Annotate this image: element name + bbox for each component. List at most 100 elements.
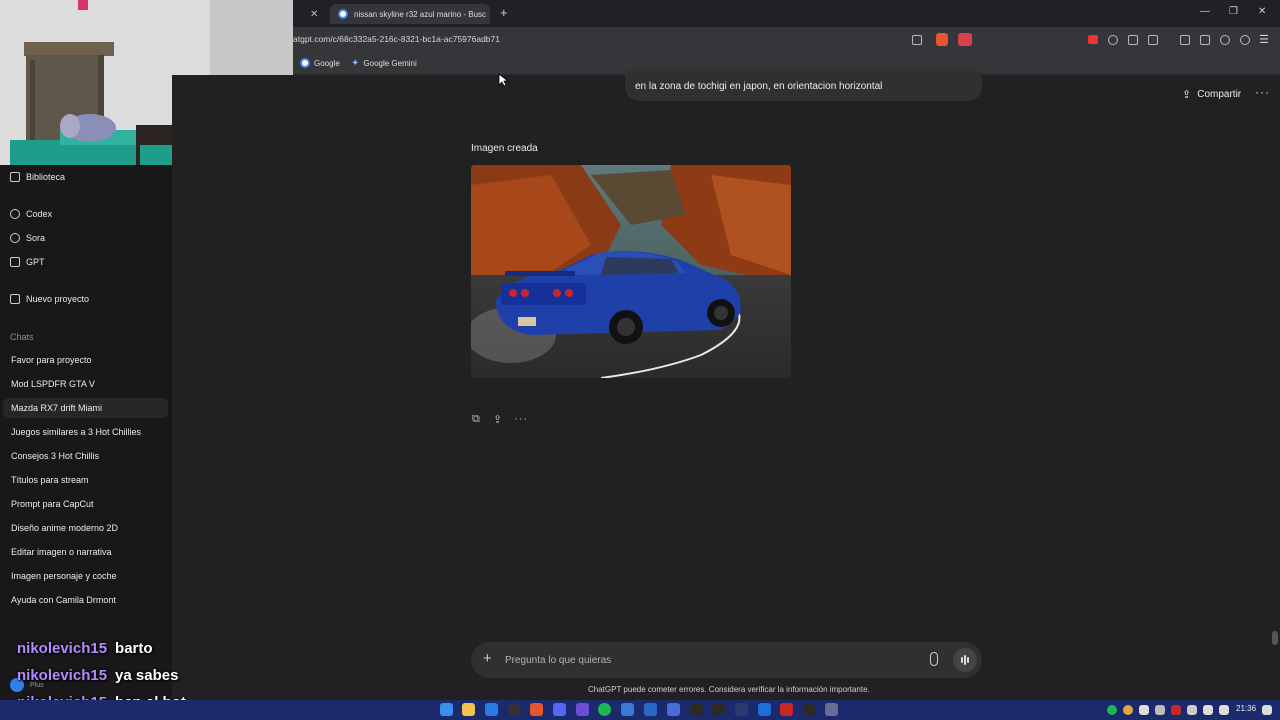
mouse-cursor-icon [498,73,508,87]
share-image-icon[interactable]: ⇪ [493,413,502,426]
wifi-icon[interactable] [1219,705,1229,715]
sidebar-item-label: Codex [26,209,53,219]
close-icon[interactable]: ✕ [310,9,318,20]
bookmark-google-gemini[interactable]: ✦ Google Gemini [351,58,417,69]
stream-chat-user: nikolevich15 [17,640,108,657]
stream-chat-message: ya sabes [115,667,179,684]
browser-menu-icon[interactable]: ☰ [1259,33,1269,46]
scroll-down-handle[interactable] [1272,631,1278,645]
google-favicon-icon [338,9,348,19]
obs-icon[interactable] [508,703,521,716]
sidebar-item-new-project[interactable]: Nuevo proyecto [10,294,89,304]
chat-main-area: en la zona de tochigi en japon, en orien… [172,71,1280,700]
plus-icon[interactable]: + [483,650,492,667]
image-title: Imagen creada [471,143,538,154]
stream-chat-message: barto [115,640,153,657]
app-icon[interactable] [803,703,816,716]
app-icon[interactable] [735,703,748,716]
spotify-icon[interactable] [598,703,611,716]
gpts-grid-icon [10,257,20,267]
new-tab-icon[interactable]: + [500,5,508,20]
volume-icon[interactable] [1203,705,1213,715]
chat-item[interactable]: Imagen personaje y coche [3,566,168,586]
capcut-icon[interactable] [576,703,589,716]
conversation-options-icon[interactable]: ··· [1255,85,1270,99]
youtube-extension-icon[interactable] [1088,35,1098,44]
restore-icon[interactable]: ❐ [1229,6,1238,17]
wallet-icon[interactable] [1200,35,1210,45]
bookmark-label: Google Gemini [363,59,417,68]
app-icon[interactable] [825,703,838,716]
microphone-icon[interactable] [930,652,938,666]
chat-item[interactable]: Ayuda con Camila Drmont [3,590,168,610]
brave-taskbar-icon[interactable] [530,703,543,716]
chat-item[interactable]: Favor para proyecto [3,350,168,370]
voice-mode-button[interactable] [953,648,977,672]
tray-mic-icon[interactable] [1139,705,1149,715]
chat-item[interactable]: Títulos para stream [3,470,168,490]
prompt-input[interactable] [505,652,905,668]
tab-capture-icon[interactable] [1148,35,1158,45]
vpn-shield-icon[interactable] [1240,35,1250,45]
file-explorer-icon[interactable] [462,703,475,716]
bookmark-google[interactable]: Google [300,58,340,68]
user-message-text: en la zona de tochigi en japon, en orien… [635,81,883,92]
voice-bar [967,657,969,663]
app-icon[interactable] [758,703,771,716]
tray-icon[interactable] [1155,705,1165,715]
minimize-icon[interactable]: — [1200,6,1210,17]
extension-icon[interactable] [1108,35,1118,45]
brave-rewards-icon[interactable] [958,33,972,46]
app-icon[interactable] [690,703,703,716]
share-button[interactable]: ⇪ Compartir [1182,88,1241,101]
tray-icon[interactable] [1171,705,1181,715]
share-label: Compartir [1197,89,1242,100]
sidebar-item-label: Sora [26,233,46,243]
brave-shield-icon[interactable] [936,33,948,46]
share-icon: ⇪ [1182,89,1192,101]
chat-item[interactable]: Mod LSPDFR GTA V [3,374,168,394]
chat-item[interactable]: Juegos similares a 3 Hot Chillies [3,422,168,442]
discord-icon[interactable] [553,703,566,716]
more-options-icon[interactable]: ··· [514,413,528,425]
chat-item[interactable]: Diseño anime moderno 2D [3,518,168,538]
chat-item[interactable]: Prompt para CapCut [3,494,168,514]
windows-start-icon[interactable] [440,703,453,716]
chat-item[interactable]: Editar imagen o narrativa [3,542,168,562]
chat-item-selected[interactable]: Mazda RX7 drift Miami [3,398,168,418]
voice-bar [964,655,966,665]
sidebar-item-codex[interactable]: Codex [10,209,52,219]
app-icon[interactable] [712,703,725,716]
url-text[interactable]: atgpt.com/c/68c332a5-216c-8321-bc1a-ac75… [293,34,500,44]
tray-icon[interactable] [1187,705,1197,715]
app-icon[interactable] [780,703,793,716]
sidebar-item-library[interactable]: Biblioteca [10,172,65,182]
tray-icon[interactable] [1123,705,1133,715]
copy-icon[interactable]: ⧉ [472,413,480,426]
window-close-icon[interactable]: ✕ [1258,6,1266,17]
tab-close-previous[interactable]: ✕ [300,4,318,24]
sidebar-toggle-icon[interactable] [1180,35,1190,45]
stream-chat-line: nikolevich15 barto [17,640,153,657]
composer: + [471,642,982,678]
notifications-icon[interactable] [1262,705,1272,715]
stream-chat-line: nikolevich15 ya sabes [17,667,178,684]
sidebar-item-sora[interactable]: Sora [10,233,45,243]
app-icon[interactable] [667,703,680,716]
tab-nissan-search[interactable]: nissan skyline r32 azul marino - Busc [330,4,490,24]
app-icon[interactable] [644,703,657,716]
sidebar: Biblioteca Codex Sora GPT Nuevo proyecto… [0,165,172,700]
folder-icon [10,294,20,304]
clock[interactable]: 21:36 [1236,704,1256,713]
tray-spotify-icon[interactable] [1107,705,1117,715]
puzzle-extensions-icon[interactable] [1128,35,1138,45]
leo-ai-icon[interactable] [1220,35,1230,45]
store-icon[interactable] [621,703,634,716]
chat-item[interactable]: Consejos 3 Hot Chillis [3,446,168,466]
edge-icon[interactable] [485,703,498,716]
disclaimer: ChatGPT puede cometer errores. Considera… [588,685,870,694]
generated-image[interactable] [471,165,791,378]
sidebar-item-gpt[interactable]: GPT [10,257,45,267]
sora-icon [10,233,20,243]
share-page-icon[interactable] [912,35,922,45]
